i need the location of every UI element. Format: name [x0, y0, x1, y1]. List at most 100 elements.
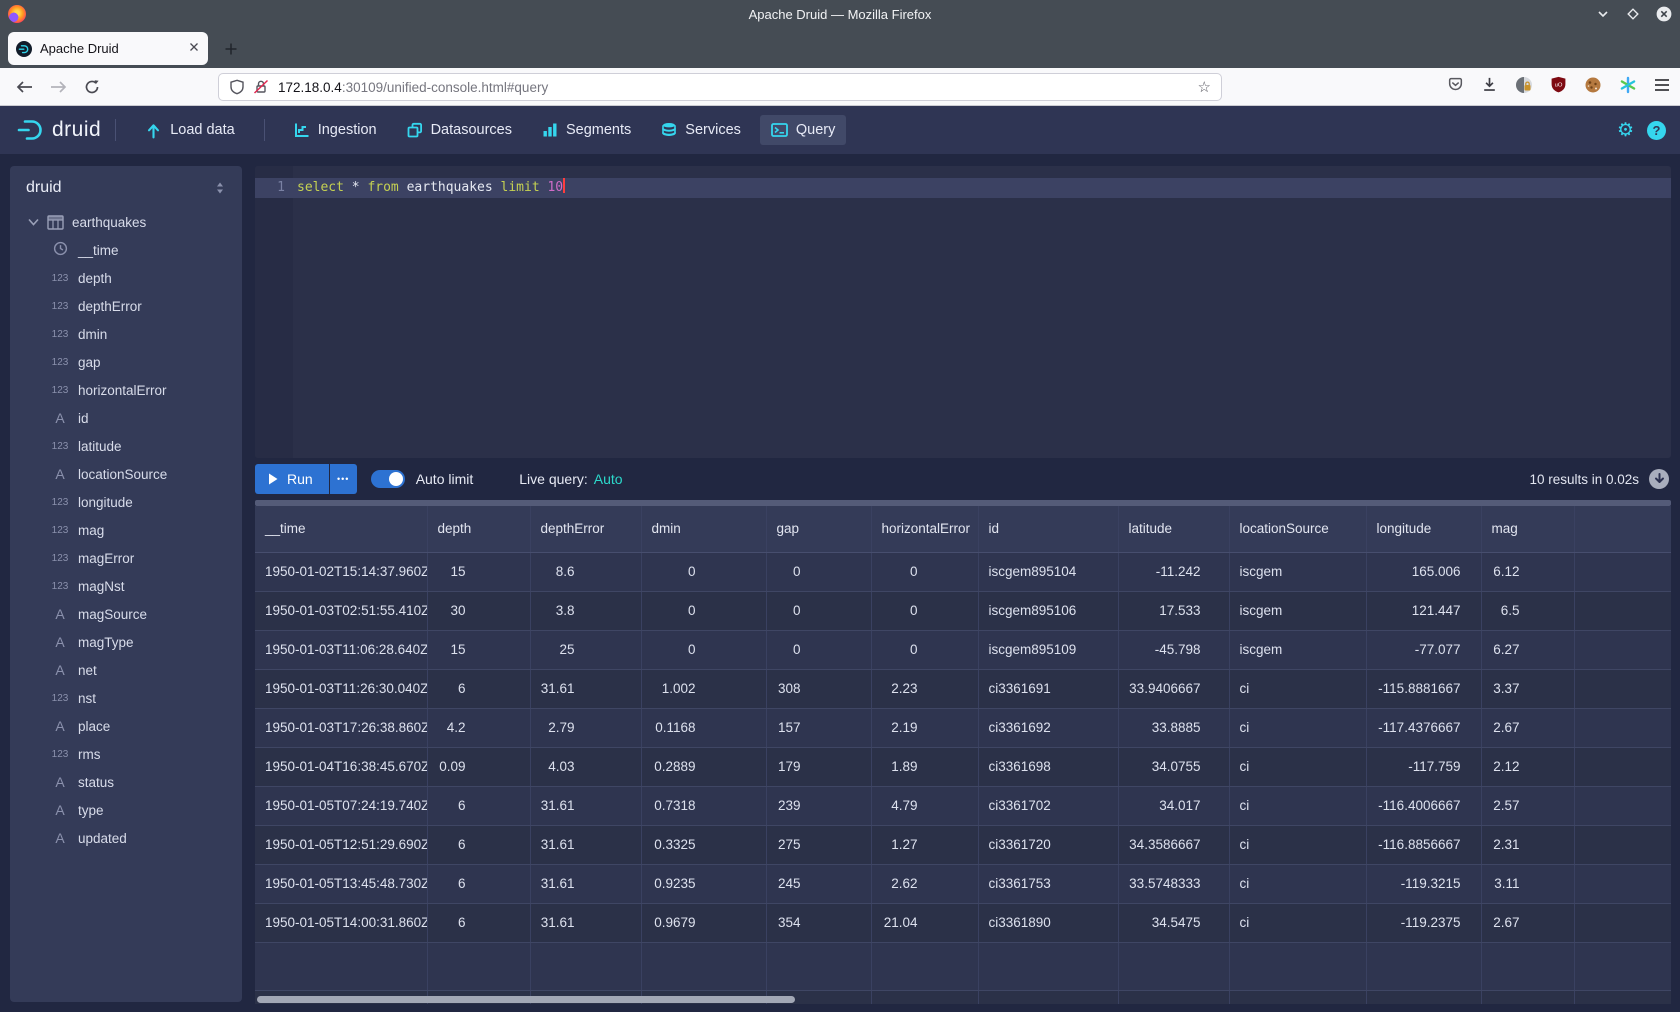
table-cell[interactable]: 0.2889 [641, 747, 766, 786]
help-button[interactable]: ? [1647, 121, 1666, 140]
table-cell[interactable]: 1950-01-05T13:45:48.730Z [255, 864, 427, 903]
nav-services[interactable]: Services [650, 115, 752, 145]
table-cell[interactable]: 31.61 [530, 825, 641, 864]
table-cell[interactable]: 0 [641, 630, 766, 669]
table-cell[interactable]: 1950-01-03T11:06:28.640Z [255, 630, 427, 669]
table-cell[interactable]: 15 [427, 552, 530, 591]
table-cell[interactable]: ci [1229, 864, 1366, 903]
column-row-magType[interactable]: AmagType [10, 628, 242, 656]
back-button[interactable] [10, 74, 38, 100]
table-cell[interactable]: 0.9235 [641, 864, 766, 903]
table-cell[interactable]: 1.27 [871, 825, 978, 864]
reload-button[interactable] [78, 74, 106, 100]
table-cell[interactable]: ci [1229, 708, 1366, 747]
column-row-nst[interactable]: 123nst [10, 684, 242, 712]
table-cell[interactable]: 245 [766, 864, 871, 903]
table-cell[interactable]: iscgem [1229, 630, 1366, 669]
browser-tab[interactable]: Apache Druid [8, 32, 208, 65]
run-button[interactable]: Run [255, 464, 329, 494]
downloads-button[interactable] [1481, 76, 1498, 98]
nav-segments[interactable]: Segments [531, 115, 642, 145]
table-cell[interactable]: 3.8 [530, 591, 641, 630]
column-header-depth[interactable]: depth [427, 506, 530, 552]
table-cell[interactable]: -119.2375 [1366, 903, 1481, 942]
table-cell[interactable]: iscgem895104 [978, 552, 1118, 591]
table-cell[interactable]: -119.3215 [1366, 864, 1481, 903]
column-row-depth[interactable]: 123depth [10, 264, 242, 292]
bookmark-star-icon[interactable]: ☆ [1198, 78, 1211, 96]
table-cell[interactable]: 17.533 [1118, 591, 1229, 630]
horizontal-scrollbar[interactable] [257, 996, 1669, 1004]
table-cell[interactable]: 0.09 [427, 747, 530, 786]
column-row-latitude[interactable]: 123latitude [10, 432, 242, 460]
ublock-extension-icon[interactable]: uO [1550, 76, 1567, 98]
table-cell[interactable]: 2.31 [1481, 825, 1574, 864]
table-cell[interactable]: 1950-01-04T16:38:45.670Z [255, 747, 427, 786]
table-cell[interactable]: 1950-01-05T12:51:29.690Z [255, 825, 427, 864]
table-cell[interactable]: 0 [766, 630, 871, 669]
column-row-place[interactable]: Aplace [10, 712, 242, 740]
column-header-latitude[interactable]: latitude [1118, 506, 1229, 552]
table-cell[interactable]: 2.23 [871, 669, 978, 708]
table-cell[interactable]: 1950-01-02T15:14:37.960Z [255, 552, 427, 591]
table-cell[interactable]: iscgem [1229, 591, 1366, 630]
account-extension-icon[interactable] [1515, 76, 1533, 99]
datasource-row[interactable]: earthquakes [10, 208, 242, 236]
table-cell[interactable]: 0 [871, 591, 978, 630]
table-cell[interactable]: 157 [766, 708, 871, 747]
table-cell[interactable]: 0.9679 [641, 903, 766, 942]
table-cell[interactable]: 6 [427, 825, 530, 864]
table-cell[interactable]: 15 [427, 630, 530, 669]
table-cell[interactable]: 1950-01-05T07:24:19.740Z [255, 786, 427, 825]
run-more-button[interactable]: ••• [330, 464, 357, 494]
table-cell[interactable]: 34.017 [1118, 786, 1229, 825]
settings-gear-button[interactable]: ⚙ [1617, 121, 1634, 140]
column-header-__time[interactable]: __time [255, 506, 427, 552]
column-row-rms[interactable]: 123rms [10, 740, 242, 768]
table-cell[interactable]: 2.62 [871, 864, 978, 903]
column-header-dmin[interactable]: dmin [641, 506, 766, 552]
table-cell[interactable]: ci3361890 [978, 903, 1118, 942]
table-cell[interactable]: 31.61 [530, 903, 641, 942]
table-cell[interactable]: -117.759 [1366, 747, 1481, 786]
column-row-magSource[interactable]: AmagSource [10, 600, 242, 628]
table-cell[interactable]: ci3361692 [978, 708, 1118, 747]
table-cell[interactable]: 1950-01-03T17:26:38.860Z [255, 708, 427, 747]
nav-ingestion[interactable]: Ingestion [283, 115, 388, 145]
schema-selector[interactable]: druid [10, 166, 242, 208]
table-cell[interactable]: 4.79 [871, 786, 978, 825]
query-editor[interactable]: 1 select * from earthquakes limit 10 [255, 166, 1671, 458]
table-cell[interactable]: 6 [427, 864, 530, 903]
url-bar[interactable]: 172.18.0.4:30109/unified-console.html#qu… [218, 73, 1222, 101]
table-cell[interactable]: 0 [871, 630, 978, 669]
column-row-depthError[interactable]: 123depthError [10, 292, 242, 320]
nav-datasources[interactable]: Datasources [396, 115, 523, 145]
cookie-extension-icon[interactable] [1584, 76, 1602, 99]
table-cell[interactable]: 6.5 [1481, 591, 1574, 630]
table-cell[interactable]: ci3361702 [978, 786, 1118, 825]
new-tab-button[interactable] [218, 36, 244, 62]
table-cell[interactable]: ci [1229, 747, 1366, 786]
table-cell[interactable]: 34.0755 [1118, 747, 1229, 786]
table-cell[interactable]: ci3361698 [978, 747, 1118, 786]
pocket-button[interactable] [1447, 76, 1464, 98]
download-results-button[interactable] [1649, 469, 1669, 489]
table-cell[interactable]: 121.447 [1366, 591, 1481, 630]
sql-text[interactable]: select * from earthquakes limit 10 [297, 178, 565, 198]
table-cell[interactable]: 1.002 [641, 669, 766, 708]
table-cell[interactable]: 30 [427, 591, 530, 630]
table-cell[interactable]: 308 [766, 669, 871, 708]
table-cell[interactable]: -77.077 [1366, 630, 1481, 669]
table-cell[interactable]: 0 [871, 552, 978, 591]
table-cell[interactable]: iscgem895106 [978, 591, 1118, 630]
column-row-longitude[interactable]: 123longitude [10, 488, 242, 516]
table-cell[interactable]: 21.04 [871, 903, 978, 942]
table-cell[interactable]: 165.006 [1366, 552, 1481, 591]
table-cell[interactable]: 1950-01-03T02:51:55.410Z [255, 591, 427, 630]
table-cell[interactable]: 6 [427, 786, 530, 825]
insecure-lock-icon[interactable] [253, 79, 269, 95]
druid-logo[interactable]: druid [16, 116, 101, 144]
column-row-type[interactable]: Atype [10, 796, 242, 824]
table-cell[interactable]: 33.9406667 [1118, 669, 1229, 708]
table-cell[interactable]: 2.57 [1481, 786, 1574, 825]
